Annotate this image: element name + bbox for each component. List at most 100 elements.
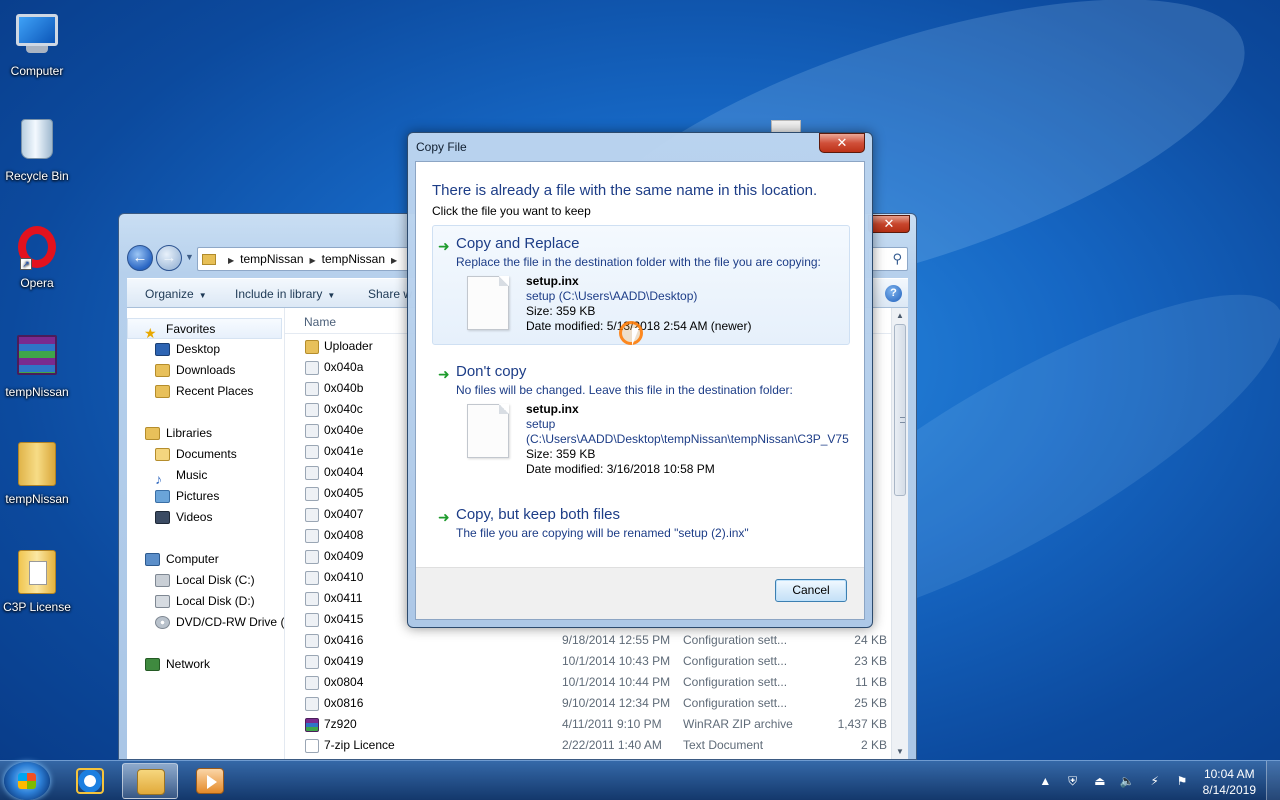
star-icon: ★: [144, 325, 157, 342]
nav-videos[interactable]: Videos: [155, 507, 212, 528]
text-document-icon: [305, 738, 319, 753]
nav-desktop[interactable]: Desktop: [155, 339, 220, 360]
desktop-icon-label: tempNissan: [5, 492, 69, 506]
config-file-icon: [305, 696, 319, 711]
file-size: Size: 359 KB: [526, 304, 596, 318]
volume-icon[interactable]: 🔈: [1119, 773, 1135, 789]
file-name: 0x0410: [324, 570, 364, 584]
file-size: 25 KB: [854, 696, 887, 710]
nav-recent-places[interactable]: Recent Places: [155, 381, 253, 402]
action-center-flag-icon[interactable]: ⚑: [1174, 773, 1190, 789]
network-icon: [145, 658, 160, 672]
nav-computer[interactable]: Computer: [145, 549, 219, 570]
file-row[interactable]: 0x0419 10/1/2014 10:43 PM Configuration se…: [285, 651, 891, 672]
breadcrumb-item[interactable]: tempNissan: [322, 252, 385, 266]
file-icon: [467, 404, 509, 458]
power-icon[interactable]: ⚡: [1147, 773, 1163, 789]
share-with-button[interactable]: Share w: [368, 287, 412, 301]
music-icon: ♪: [155, 471, 162, 488]
desktop-icon-recycle-bin[interactable]: Recycle Bin: [2, 116, 72, 183]
internet-explorer-icon: [76, 768, 104, 794]
help-button[interactable]: ?: [885, 285, 902, 302]
column-header-name[interactable]: Name: [304, 315, 336, 329]
file-type: Configuration sett...: [683, 675, 788, 689]
organize-button[interactable]: Organize ▼: [145, 287, 207, 301]
show-hidden-icons-icon[interactable]: ▲: [1037, 773, 1053, 789]
forward-button[interactable]: →: [156, 245, 182, 271]
folder-icon: [14, 550, 60, 596]
file-type: Configuration sett...: [683, 654, 788, 668]
file-info: setup.inx setup (C:\Users\AADD\Desktop\t…: [526, 402, 849, 477]
file-row[interactable]: 7z920 4/11/2011 9:10 PM WinRAR ZIP archive…: [285, 714, 891, 735]
explorer-close-button[interactable]: ✕: [868, 215, 910, 233]
taskbar-clock[interactable]: 10:04 AM 8/14/2019: [1203, 766, 1256, 798]
file-row[interactable]: 0x0804 10/1/2014 10:44 PM Configuration se…: [285, 672, 891, 693]
file-name: 0x040a: [324, 360, 364, 374]
taskbar-internet-explorer[interactable]: [62, 763, 118, 799]
file-date: Date modified: 3/16/2018 10:58 PM: [526, 462, 715, 476]
file-name: 0x040c: [324, 402, 363, 416]
nav-local-disk-c[interactable]: Local Disk (C:): [155, 570, 255, 591]
desktop-icon-tempnissan-folder[interactable]: tempNissan: [2, 440, 72, 506]
option-title: Copy and Replace: [456, 235, 580, 252]
search-icon: ⚲: [892, 251, 902, 266]
security-icon[interactable]: ⛨: [1065, 773, 1081, 789]
file-name: 0x0816: [324, 696, 364, 710]
file-name: 0x0416: [324, 633, 364, 647]
include-in-library-button[interactable]: Include in library ▼: [235, 287, 335, 301]
cancel-button[interactable]: Cancel: [775, 579, 847, 602]
file-path: setup (C:\Users\AADD\Desktop): [526, 289, 698, 303]
config-file-icon: [305, 465, 319, 480]
config-file-icon: [305, 549, 319, 564]
file-list-scrollbar[interactable]: ▲ ▼: [891, 308, 908, 759]
nav-pictures[interactable]: Pictures: [155, 486, 219, 507]
dialog-close-button[interactable]: ✕: [819, 133, 865, 153]
file-row[interactable]: 0x0416 9/18/2014 12:55 PM Configuration se…: [285, 630, 891, 651]
keep-both-option[interactable]: ➜ Copy, but keep both files The file you…: [432, 496, 850, 546]
file-name: 0x0407: [324, 507, 364, 521]
config-file-icon: [305, 402, 319, 417]
scrollbar-thumb[interactable]: [894, 324, 906, 496]
file-row[interactable]: 7-zip Licence 2/22/2011 1:40 AM Text Docum…: [285, 735, 891, 756]
desktop-icon-tempnissan-archive[interactable]: tempNissan: [2, 332, 72, 399]
search-input[interactable]: ⚲: [868, 247, 908, 271]
nav-documents[interactable]: Documents: [155, 444, 237, 465]
address-bar[interactable]: ▶ tempNissan ▶ tempNissan ▶: [197, 247, 410, 271]
dont-copy-option[interactable]: ➜ Don't copy No files will be changed. L…: [432, 353, 850, 483]
config-file-icon: [305, 486, 319, 501]
nav-dvd-drive[interactable]: DVD/CD-RW Drive (I: [155, 612, 284, 633]
nav-favorites[interactable]: ★ Favorites: [127, 318, 282, 342]
hard-drive-icon: [155, 574, 170, 588]
desktop-icon-computer[interactable]: Computer: [2, 10, 72, 78]
option-title: Don't copy: [456, 363, 527, 380]
breadcrumb-item[interactable]: tempNissan: [240, 252, 303, 266]
start-button[interactable]: [4, 762, 50, 800]
option-description: No files will be changed. Leave this fil…: [456, 383, 793, 397]
recent-pages-dropdown[interactable]: ▼: [185, 252, 194, 262]
config-file-icon: [305, 591, 319, 606]
desktop-icon-c3p-license[interactable]: C3P License: [2, 548, 72, 614]
nav-music[interactable]: ♪ Music: [155, 465, 207, 488]
file-name: Uploader: [324, 339, 373, 353]
taskbar-media-player[interactable]: [182, 763, 238, 799]
mouse-cursor-icon: [632, 328, 646, 346]
file-path: setup: [526, 417, 556, 431]
pictures-icon: [155, 490, 170, 504]
system-tray: ▲ ⛨ ⏏ 🔈 ⚡ ⚑: [1029, 773, 1190, 789]
usb-device-icon[interactable]: ⏏: [1092, 773, 1108, 789]
opera-icon: ↗: [14, 226, 60, 272]
winrar-archive-icon: [14, 335, 60, 381]
file-path: (C:\Users\AADD\Desktop\tempNissan\tempNi…: [526, 432, 849, 446]
back-button[interactable]: ←: [127, 245, 153, 271]
desktop-icon-label: C3P License: [3, 600, 71, 614]
desktop-icon-opera[interactable]: ↗ Opera: [2, 224, 72, 290]
option-description: The file you are copying will be renamed…: [456, 526, 749, 540]
chevron-right-icon: ▶: [391, 256, 398, 265]
show-desktop-button[interactable]: [1266, 761, 1280, 800]
taskbar-windows-explorer[interactable]: [122, 763, 178, 799]
nav-local-disk-d[interactable]: Local Disk (D:): [155, 591, 255, 612]
nav-downloads[interactable]: Downloads: [155, 360, 235, 381]
file-row[interactable]: 0x0816 9/10/2014 12:34 PM Configuration se…: [285, 693, 891, 714]
nav-libraries[interactable]: Libraries: [145, 423, 212, 444]
nav-network[interactable]: Network: [145, 654, 210, 675]
